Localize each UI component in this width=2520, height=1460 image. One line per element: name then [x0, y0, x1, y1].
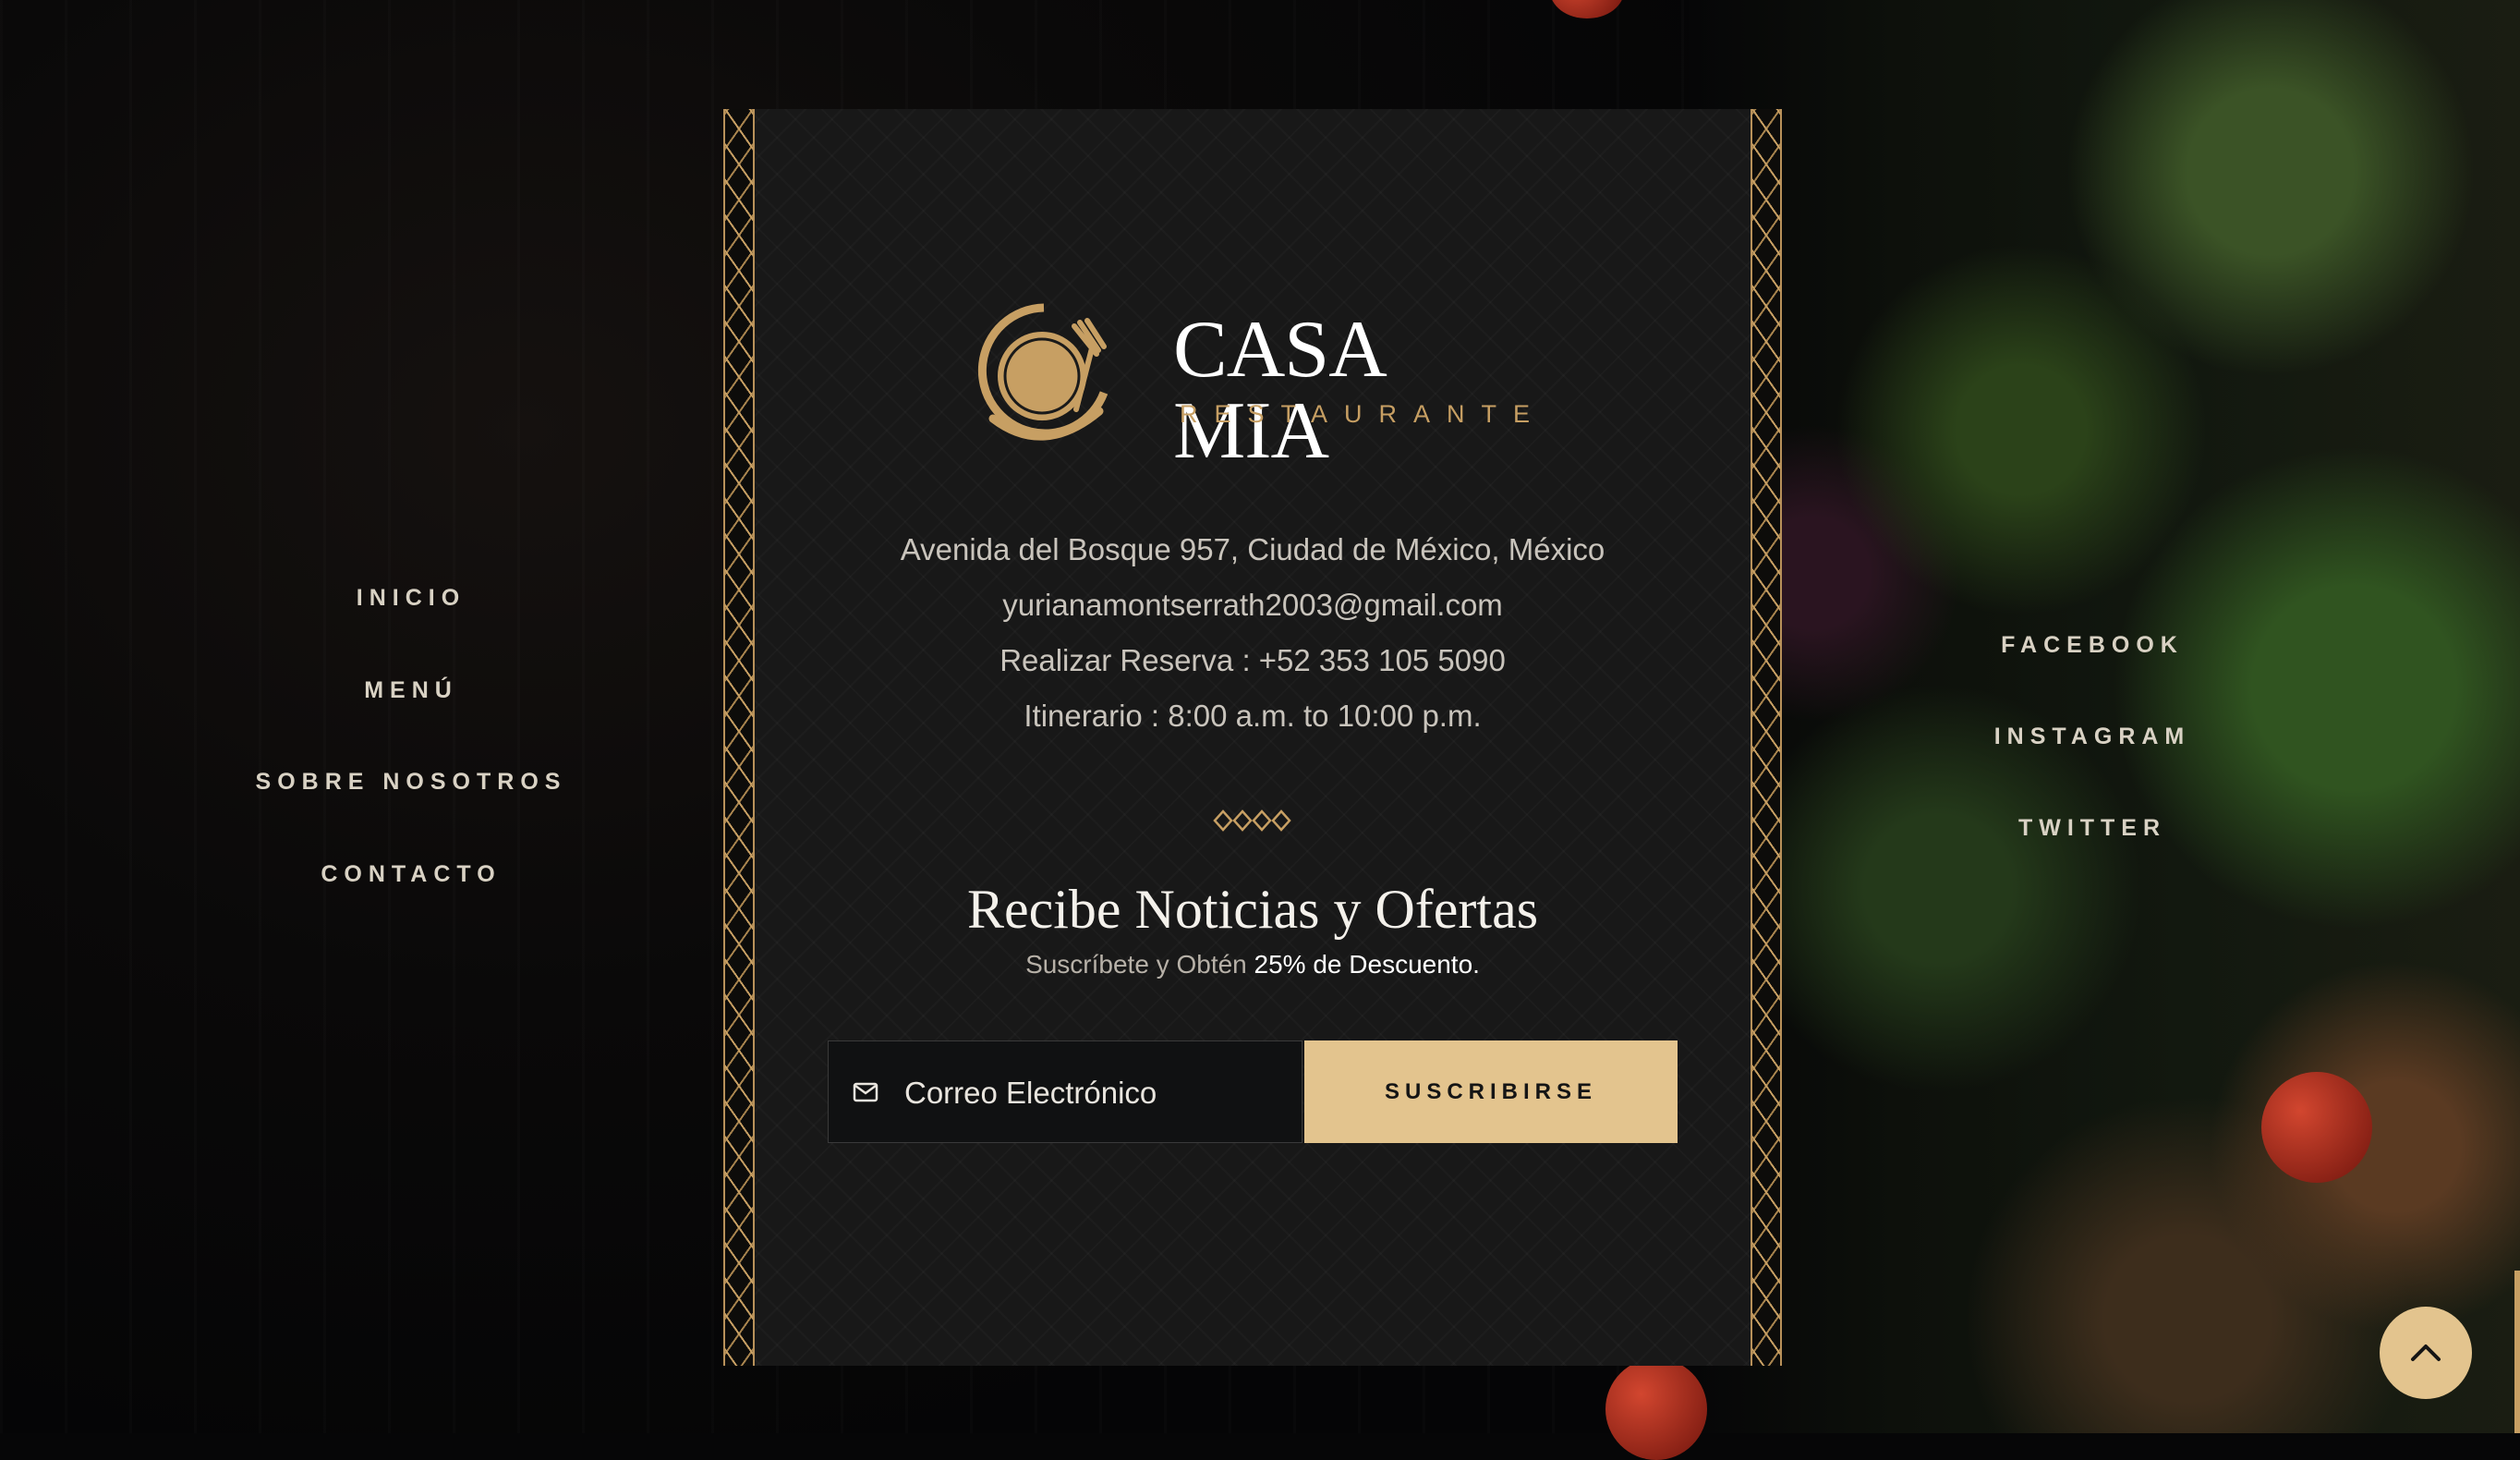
- email-input[interactable]: [903, 1065, 1285, 1122]
- social-twitter[interactable]: TWITTER: [1852, 815, 2332, 842]
- mail-icon: [853, 1082, 878, 1102]
- discount-highlight: 25% de Descuento.: [1254, 950, 1480, 979]
- nav-menu[interactable]: MENÚ: [171, 677, 651, 704]
- social-nav: FACEBOOK INSTAGRAM TWITTER: [1852, 0, 2332, 1433]
- decorative-border-right: [1751, 109, 1782, 1366]
- social-instagram[interactable]: INSTAGRAM: [1852, 724, 2332, 750]
- address-text: Avenida del Bosque 957, Ciudad de México…: [900, 532, 1605, 566]
- newsletter-title: Recibe Noticias y Ofertas: [966, 879, 1539, 940]
- nav-sobre-nosotros[interactable]: SOBRE NOSOTROS: [171, 769, 651, 796]
- brand-tagline: RESTAURANTE: [1180, 400, 1547, 428]
- scrollbar-thumb[interactable]: [2514, 1271, 2520, 1433]
- chevron-up-icon: [2411, 1344, 2441, 1361]
- brand-name: CASA MIA: [1173, 305, 1383, 476]
- nav-contacto[interactable]: CONTACTO: [171, 861, 651, 888]
- brand-logo[interactable]: CASA MIA RESTAURANTE: [975, 300, 1530, 472]
- decorative-border-left: [723, 109, 755, 1366]
- newsletter-subtitle: Suscríbete y Obtén 25% de Descuento.: [723, 950, 1782, 979]
- email-link[interactable]: yurianamontserrath2003@gmail.com: [723, 588, 1782, 623]
- footer-card: [723, 109, 1782, 1366]
- social-facebook[interactable]: FACEBOOK: [1852, 632, 2332, 659]
- opening-hours: Itinerario : 8:00 a.m. to 10:00 p.m.: [1024, 699, 1482, 733]
- plate-with-fork-logo-icon: [977, 303, 1109, 441]
- email-field-wrapper: [828, 1040, 1302, 1143]
- reservation-phone[interactable]: Realizar Reserva : +52 353 105 5090: [723, 643, 1782, 678]
- back-to-top-button[interactable]: [2380, 1307, 2472, 1399]
- main-nav: INICIO MENÚ SOBRE NOSOTROS CONTACTO: [171, 0, 651, 1433]
- newsletter-form: SUSCRIBIRSE: [828, 1040, 1678, 1143]
- newsletter-subtitle-prefix: Suscríbete y Obtén: [1025, 950, 1254, 979]
- diamonds-divider-icon: [1213, 809, 1291, 832]
- subscribe-button[interactable]: SUSCRIBIRSE: [1304, 1040, 1678, 1143]
- nav-inicio[interactable]: INICIO: [171, 585, 651, 612]
